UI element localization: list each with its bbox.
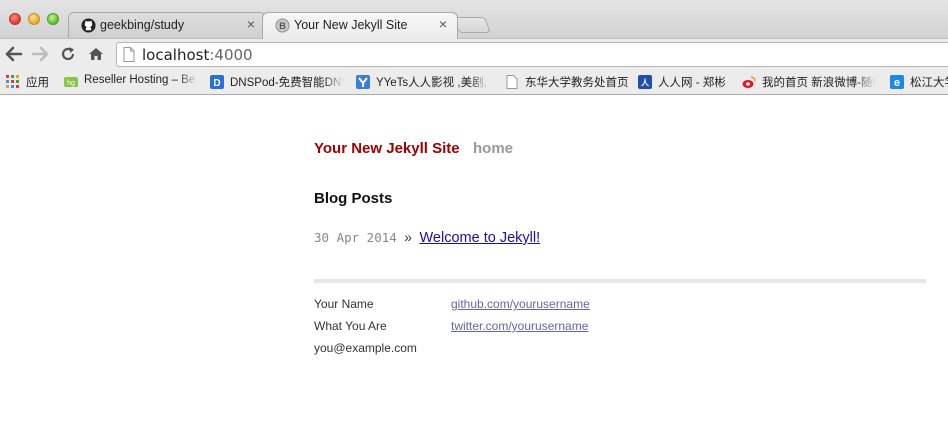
bookmark-donghua[interactable]: 东华大学教务处首页	[505, 74, 633, 90]
minimize-window-button[interactable]	[28, 13, 40, 25]
yyets-icon	[356, 75, 370, 89]
url-host: localhost	[142, 46, 210, 64]
page-icon	[123, 47, 135, 62]
home-button[interactable]	[85, 44, 107, 64]
new-tab-button[interactable]	[453, 17, 491, 33]
bookmark-weibo[interactable]: 我的首页 新浪微博-随时	[742, 74, 876, 90]
address-bar[interactable]: localhost:4000	[116, 42, 948, 67]
twitter-link[interactable]: twitter.com/yourusername	[451, 319, 588, 333]
svg-text:hg: hg	[67, 80, 75, 87]
bookmark-label: 松江大学	[910, 77, 948, 89]
post-date: 30 Apr 2014	[314, 230, 397, 245]
renren-icon: 人	[638, 75, 652, 89]
github-link[interactable]: github.com/yourusername	[451, 297, 590, 311]
weibo-icon	[742, 76, 756, 88]
github-icon	[81, 18, 96, 33]
browser-toolbar: localhost:4000	[0, 38, 948, 70]
close-window-button[interactable]	[9, 13, 21, 25]
bookmark-dnspod[interactable]: D DNSPod-免费智能DNS	[210, 74, 344, 90]
dnspod-icon: D	[210, 75, 224, 89]
bookmarks-bar: 应用 hg Reseller Hosting – Be D DNSPod-免费智…	[0, 70, 948, 95]
post-separator: »	[404, 229, 413, 245]
bookmark-label: 东华大学教务处首页	[525, 77, 629, 89]
post-list-item: 30 Apr 2014 » Welcome to Jekyll!	[314, 229, 540, 247]
tab-title: geekbing/study	[100, 18, 185, 32]
bookmark-reseller-hosting[interactable]: hg Reseller Hosting – Be	[64, 74, 198, 90]
browser-chrome: geekbing/study × B Your New Jekyll Site …	[0, 0, 948, 95]
nav-home-link[interactable]: home	[473, 140, 513, 157]
bookmark-label: 人人网 - 郑彬	[658, 77, 726, 89]
svg-text:D: D	[213, 78, 220, 89]
ie-icon: e	[890, 75, 904, 89]
posts-heading: Blog Posts	[314, 190, 393, 207]
url-text: localhost:4000	[142, 46, 253, 64]
tab-jekyll-site[interactable]: B Your New Jekyll Site ×	[262, 12, 458, 39]
apps-grid-icon	[6, 75, 19, 88]
bookmark-label: 应用	[26, 77, 49, 89]
footer-tagline: What You Are	[314, 319, 387, 333]
footer-divider	[314, 279, 926, 283]
svg-text:人: 人	[641, 78, 650, 88]
svg-text:e: e	[894, 77, 900, 89]
blogger-icon: B	[275, 18, 290, 33]
site-title-link[interactable]: Your New Jekyll Site	[314, 140, 460, 157]
tab-title: Your New Jekyll Site	[294, 18, 408, 32]
forward-button[interactable]	[29, 44, 51, 64]
bookmark-songjiang[interactable]: e 松江大学	[890, 74, 948, 90]
tab-close-icon[interactable]: ×	[439, 16, 447, 32]
footer-name: Your Name	[314, 297, 374, 311]
zoom-window-button[interactable]	[47, 13, 59, 25]
bookmark-renren[interactable]: 人 人人网 - 郑彬	[638, 74, 734, 90]
tab-geekbing-study[interactable]: geekbing/study ×	[68, 12, 266, 38]
post-title-link[interactable]: Welcome to Jekyll!	[420, 230, 541, 246]
bookmark-yyets[interactable]: YYeTs人人影视 ,美剧,	[356, 74, 490, 90]
back-button[interactable]	[3, 44, 25, 64]
forward-arrow-icon	[31, 46, 49, 62]
back-arrow-icon	[5, 46, 23, 62]
url-port: :4000	[209, 46, 253, 64]
hosting-icon: hg	[64, 77, 78, 87]
tab-close-icon[interactable]: ×	[247, 16, 255, 32]
footer-email: you@example.com	[314, 341, 417, 355]
reload-icon	[61, 47, 75, 61]
tab-strip: geekbing/study × B Your New Jekyll Site …	[0, 0, 948, 39]
svg-text:B: B	[279, 21, 286, 31]
reload-button[interactable]	[57, 44, 79, 64]
page-icon	[506, 75, 518, 89]
home-icon	[89, 48, 103, 60]
bookmark-apps[interactable]: 应用	[6, 74, 54, 90]
